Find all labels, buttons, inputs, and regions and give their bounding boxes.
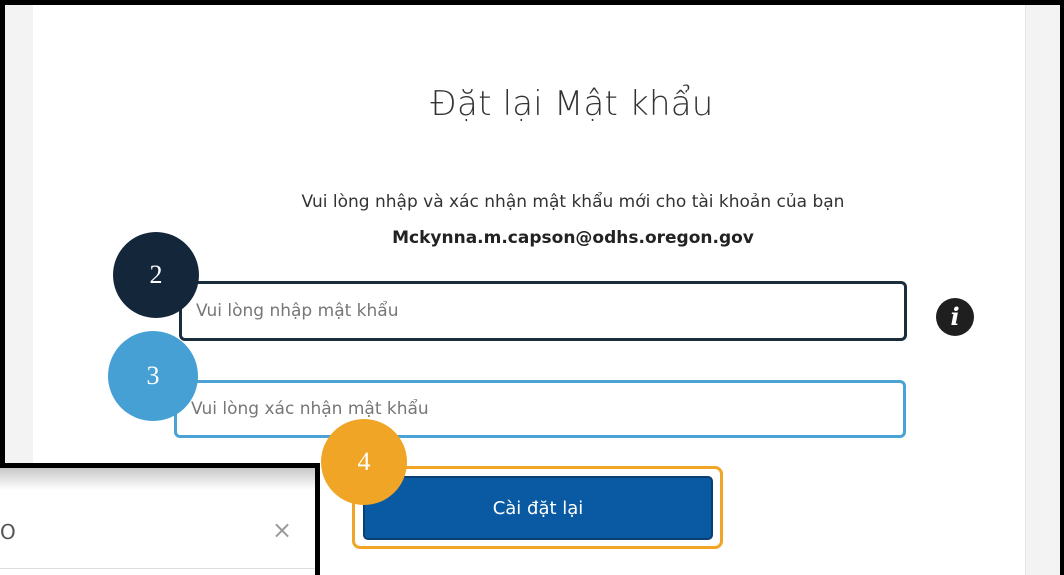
step-2-callout: 2 (113, 232, 199, 318)
new-password-input[interactable] (179, 281, 907, 341)
overlay-dialog: O × (0, 463, 320, 575)
dialog-title: O (0, 520, 16, 544)
reset-password-button[interactable]: Cài đặt lại (363, 476, 713, 540)
step-4-callout: 4 (321, 419, 407, 505)
instruction-text: Vui lòng nhập và xác nhận mật khẩu mới c… (301, 192, 845, 212)
close-icon[interactable]: × (272, 516, 292, 544)
dialog-shadow (0, 468, 315, 490)
step-3-callout: 3 (108, 331, 198, 421)
confirm-password-input[interactable] (174, 380, 906, 438)
page-title: Đặt lại Mật khẩu (430, 84, 714, 124)
info-icon[interactable]: i (936, 298, 974, 336)
dialog-divider (0, 568, 315, 569)
